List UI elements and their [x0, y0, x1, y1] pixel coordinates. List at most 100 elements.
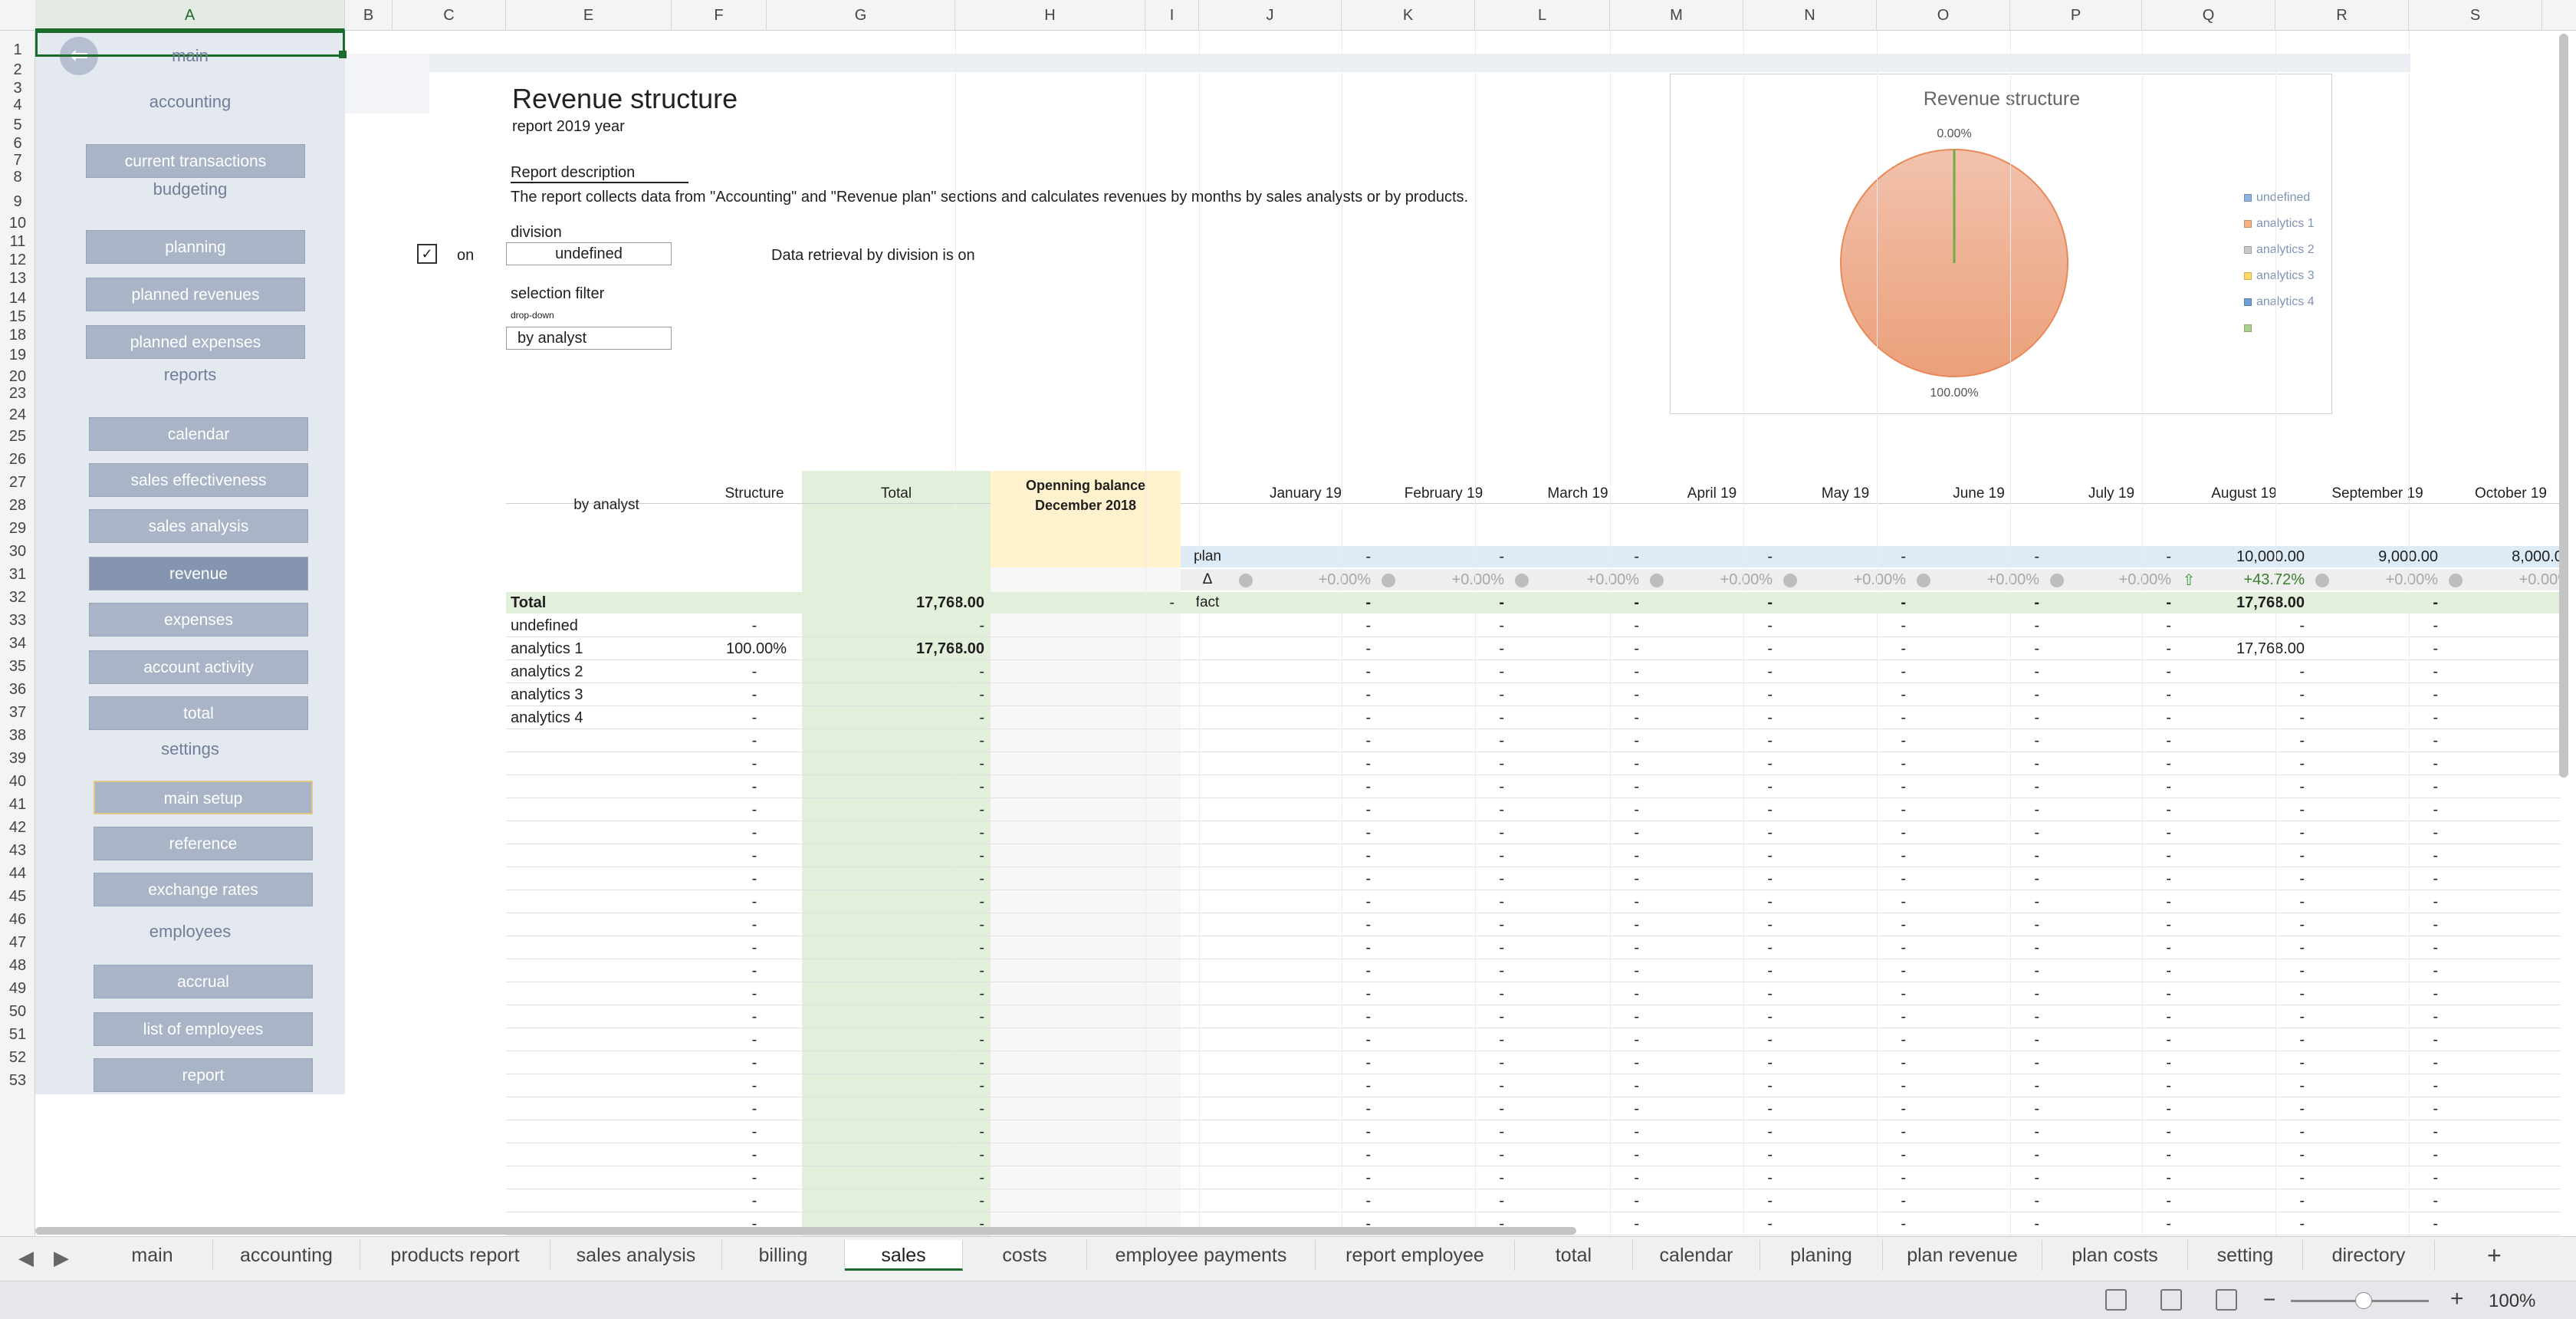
row-header-26[interactable]: 26	[0, 449, 35, 469]
column-header-g[interactable]: G	[767, 0, 955, 31]
row-header-2[interactable]: 2	[0, 60, 35, 80]
nav-button-report[interactable]: report	[94, 1058, 313, 1092]
row-header-27[interactable]: 27	[0, 472, 35, 492]
sheet-tab-accounting[interactable]: accounting	[213, 1240, 360, 1271]
row-header-46[interactable]: 46	[0, 909, 35, 929]
nav-button-planned-expenses[interactable]: planned expenses	[86, 325, 305, 359]
sheet-tab-main[interactable]: main	[92, 1240, 213, 1271]
normal-view-icon[interactable]	[2105, 1289, 2127, 1311]
nav-button-main-setup[interactable]: main setup	[94, 781, 313, 814]
zoom-in-button[interactable]: +	[2450, 1286, 2464, 1312]
row-header-33[interactable]: 33	[0, 610, 35, 630]
tab-scroll-right-icon[interactable]: ▶	[54, 1246, 69, 1270]
row-header-42[interactable]: 42	[0, 817, 35, 837]
row-header-39[interactable]: 39	[0, 748, 35, 768]
column-header-l[interactable]: L	[1475, 0, 1610, 31]
row-header-24[interactable]: 24	[0, 405, 35, 425]
nav-button-total[interactable]: total	[89, 696, 308, 730]
row-header-31[interactable]: 31	[0, 564, 35, 584]
nav-button-exchange-rates[interactable]: exchange rates	[94, 873, 313, 906]
column-header-r[interactable]: R	[2275, 0, 2409, 31]
selection-filter-dropdown[interactable]: by analyst	[506, 327, 672, 350]
row-header-13[interactable]: 13	[0, 268, 35, 288]
row-header-29[interactable]: 29	[0, 518, 35, 538]
row-header-45[interactable]: 45	[0, 886, 35, 906]
row-header-37[interactable]: 37	[0, 702, 35, 722]
nav-button-current-transactions[interactable]: current transactions	[86, 144, 305, 178]
horizontal-scrollbar[interactable]	[35, 1227, 1576, 1235]
column-header-s[interactable]: S	[2409, 0, 2542, 31]
nav-button-account-activity[interactable]: account activity	[89, 650, 308, 684]
column-header-o[interactable]: O	[1877, 0, 2010, 31]
nav-button-planning[interactable]: planning	[86, 230, 305, 264]
row-header-44[interactable]: 44	[0, 863, 35, 883]
revenue-chart[interactable]: 0.00% 100.00% Revenue structure undefined…	[1670, 74, 2332, 414]
column-header-q[interactable]: Q	[2142, 0, 2275, 31]
row-header-9[interactable]: 9	[0, 192, 35, 212]
sheet-tab-costs[interactable]: costs	[963, 1240, 1087, 1271]
row-header-49[interactable]: 49	[0, 979, 35, 998]
nav-button-sales-analysis[interactable]: sales analysis	[89, 509, 308, 543]
row-header-23[interactable]: 23	[0, 383, 35, 403]
row-header-50[interactable]: 50	[0, 1002, 35, 1021]
nav-button-planned-revenues[interactable]: planned revenues	[86, 278, 305, 311]
sheet-tab-report-employee[interactable]: report employee	[1316, 1240, 1515, 1271]
page-break-view-icon[interactable]	[2216, 1289, 2237, 1311]
row-header-4[interactable]: 4	[0, 95, 35, 115]
column-header-a[interactable]: A	[35, 0, 345, 31]
nav-button-calendar[interactable]: calendar	[89, 417, 308, 451]
column-header-e[interactable]: E	[506, 0, 672, 31]
row-header-47[interactable]: 47	[0, 933, 35, 952]
column-header-h[interactable]: H	[955, 0, 1145, 31]
row-header-19[interactable]: 19	[0, 345, 35, 365]
row-header-1[interactable]: 1	[0, 40, 35, 60]
nav-button-sales-effectiveness[interactable]: sales effectiveness	[89, 463, 308, 497]
division-field[interactable]: undefined	[506, 242, 672, 265]
row-header-52[interactable]: 52	[0, 1048, 35, 1067]
row-header-40[interactable]: 40	[0, 771, 35, 791]
row-header-14[interactable]: 14	[0, 288, 35, 308]
sheet-tab-total[interactable]: total	[1515, 1240, 1633, 1271]
row-header-28[interactable]: 28	[0, 495, 35, 515]
sheet-tab-setting[interactable]: setting	[2188, 1240, 2303, 1271]
zoom-slider-knob[interactable]	[2355, 1292, 2372, 1309]
row-header-8[interactable]: 8	[0, 167, 35, 187]
row-header-48[interactable]: 48	[0, 956, 35, 975]
row-header-43[interactable]: 43	[0, 840, 35, 860]
add-sheet-button[interactable]: +	[2487, 1242, 2502, 1270]
row-header-15[interactable]: 15	[0, 307, 35, 327]
sheet-grid[interactable]: ⬅ main accounting current transactions bud…	[35, 31, 2561, 1236]
column-header-i[interactable]: I	[1145, 0, 1199, 31]
page-layout-view-icon[interactable]	[2160, 1289, 2182, 1311]
row-header-10[interactable]: 10	[0, 213, 35, 233]
sheet-tab-directory[interactable]: directory	[2303, 1240, 2435, 1271]
sheet-tab-planing[interactable]: planing	[1760, 1240, 1883, 1271]
row-header-38[interactable]: 38	[0, 725, 35, 745]
division-checkbox[interactable]: ✓	[417, 244, 437, 264]
column-header-c[interactable]: C	[393, 0, 506, 31]
row-header-32[interactable]: 32	[0, 587, 35, 607]
row-header-30[interactable]: 30	[0, 541, 35, 561]
vertical-scrollbar[interactable]	[2559, 34, 2568, 778]
row-header-25[interactable]: 25	[0, 426, 35, 446]
row-header-51[interactable]: 51	[0, 1025, 35, 1044]
row-header-35[interactable]: 35	[0, 656, 35, 676]
nav-button-accrual[interactable]: accrual	[94, 965, 313, 998]
column-header-m[interactable]: M	[1610, 0, 1743, 31]
sheet-tab-employee-payments[interactable]: employee payments	[1087, 1240, 1316, 1271]
column-header-b[interactable]: B	[345, 0, 393, 31]
row-header-34[interactable]: 34	[0, 633, 35, 653]
sheet-tab-billing[interactable]: billing	[722, 1240, 845, 1271]
row-header-36[interactable]: 36	[0, 679, 35, 699]
row-header-12[interactable]: 12	[0, 250, 35, 270]
row-header-41[interactable]: 41	[0, 794, 35, 814]
row-header-5[interactable]: 5	[0, 115, 35, 135]
sheet-tab-sales[interactable]: sales	[845, 1240, 963, 1271]
column-header-n[interactable]: N	[1743, 0, 1877, 31]
tab-scroll-left-icon[interactable]: ◀	[18, 1246, 34, 1270]
zoom-out-button[interactable]: −	[2263, 1288, 2275, 1312]
nav-button-reference[interactable]: reference	[94, 827, 313, 860]
row-header-11[interactable]: 11	[0, 232, 35, 252]
row-header-18[interactable]: 18	[0, 325, 35, 345]
nav-button-expenses[interactable]: expenses	[89, 603, 308, 636]
